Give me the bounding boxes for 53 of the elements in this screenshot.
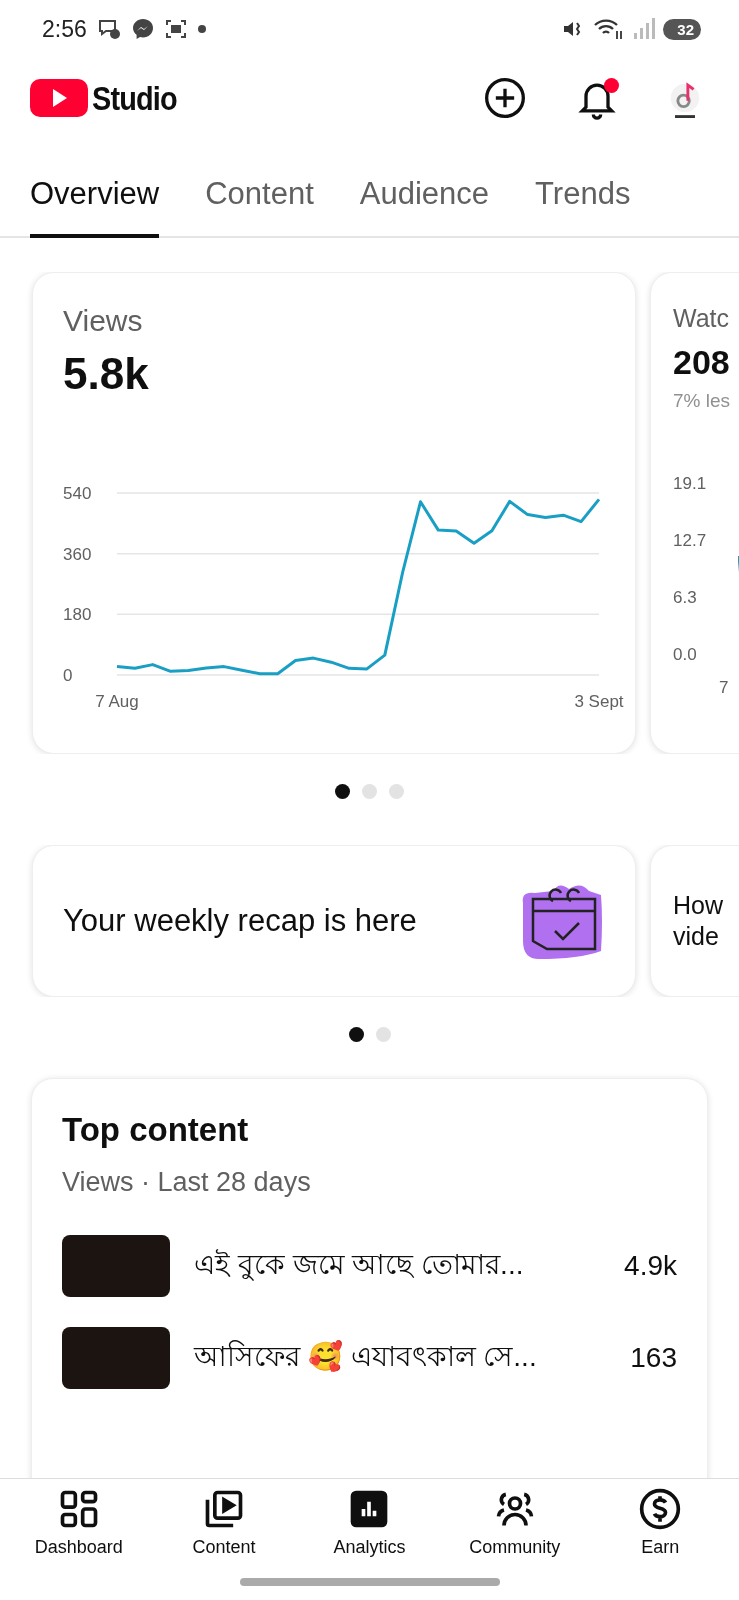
section-subtitle: Views · Last 28 days [62, 1167, 312, 1198]
tip-text: Your weekly recap is here [63, 901, 418, 940]
play-logo-icon [30, 79, 88, 117]
metric-card[interactable]: Watc 208 7% les 19.1 12.7 6.3 0.0 7 [650, 272, 739, 754]
dot-icon [196, 24, 207, 34]
tip-text: How vide [673, 889, 724, 952]
tab[interactable]: Overview [30, 176, 160, 238]
axis-label: 180 [63, 605, 92, 625]
axis-label: 3 Sept [574, 692, 624, 711]
metric-value: 208 [673, 343, 731, 382]
metric-title: Watc [673, 303, 731, 333]
page-dot[interactable] [348, 1027, 364, 1042]
axis-label: 6.3 [673, 588, 698, 608]
axis-label: 12.7 [673, 531, 708, 551]
nav-item[interactable]: Content [154, 1487, 295, 1567]
video-views: 4.9k [624, 1250, 677, 1282]
axis-label: 19.1 [673, 474, 708, 494]
app-title: Studio [92, 78, 177, 118]
tab[interactable]: Content [205, 176, 314, 238]
axis-label: 360 [63, 544, 92, 564]
nav-item[interactable]: Dashboard [8, 1487, 149, 1567]
axis-label: 540 [63, 484, 92, 503]
tab[interactable]: Trends [535, 176, 631, 238]
video-title[interactable]: এই বুকে জমে আছে তোমার... [194, 1242, 601, 1290]
tab[interactable]: Audience [359, 176, 490, 238]
signal-icon [631, 17, 656, 41]
axis-label: 0.0 [673, 645, 698, 665]
video-views: 163 [630, 1342, 677, 1374]
page-dot[interactable] [389, 784, 404, 799]
page-dot[interactable] [375, 1027, 391, 1042]
video-thumbnail[interactable] [62, 1235, 170, 1297]
axis-label: 0 [63, 666, 73, 685]
tip-card[interactable]: Your weekly recap is here [32, 845, 636, 997]
metric-value: 5.8k [63, 349, 150, 399]
metric-card[interactable]: Views 5.8k 0 180 360 540 7 Aug 3 Sept [32, 272, 636, 754]
metric-change: 7% les [673, 390, 732, 412]
tip-card[interactable]: How vide [650, 845, 739, 997]
axis-label: 7 Aug [95, 692, 139, 711]
wifi-icon [593, 17, 624, 41]
video-title[interactable]: আসিফের 🥰 এযাবৎকাল সে... [194, 1334, 607, 1382]
video-thumbnail[interactable] [62, 1327, 170, 1389]
nav-item[interactable]: Analytics [299, 1487, 440, 1567]
nav-item[interactable]: Community [444, 1487, 585, 1567]
section-title: Top content [62, 1111, 250, 1149]
page-dot[interactable] [335, 784, 350, 799]
nav-item[interactable]: Earn [590, 1487, 731, 1567]
messenger-icon [130, 17, 155, 41]
page-dot[interactable] [362, 784, 377, 799]
battery-level: 32 [663, 18, 701, 40]
axis-label: 7 [719, 678, 729, 698]
metric-title: Views [63, 303, 144, 339]
plus-circle-icon [483, 76, 527, 120]
status-time: 2:56 [42, 15, 87, 43]
